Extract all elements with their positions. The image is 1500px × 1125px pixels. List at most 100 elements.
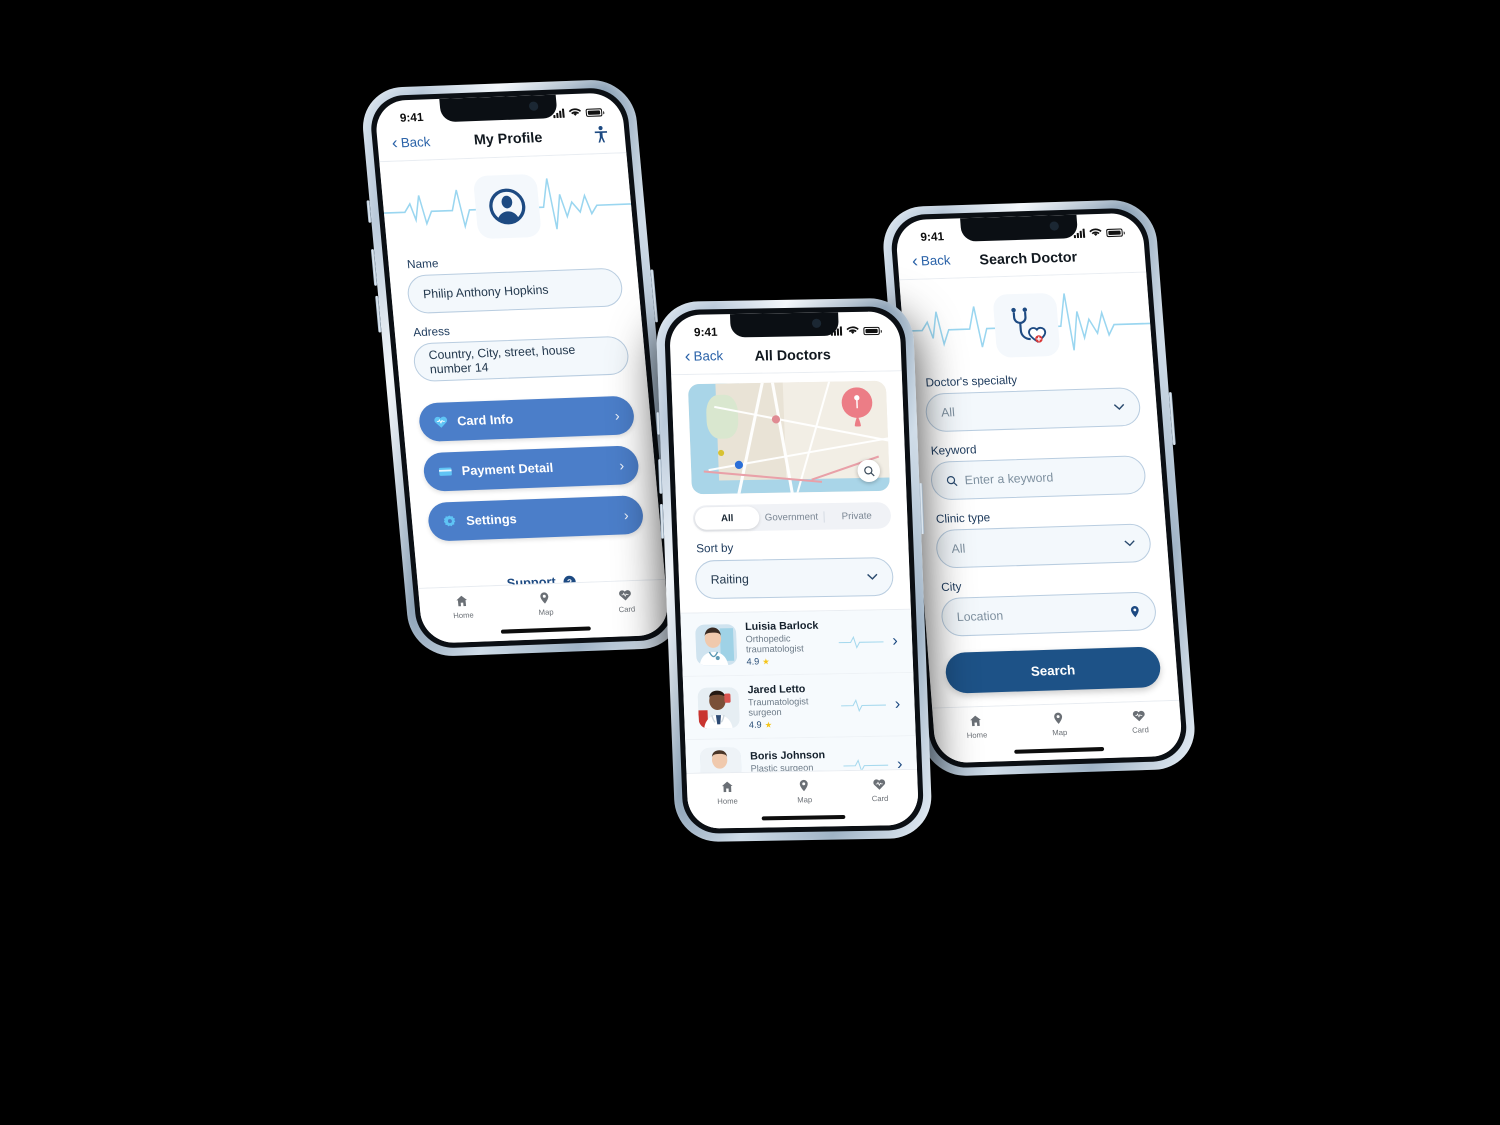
tab-home[interactable]: Home [965, 714, 988, 740]
tab-card[interactable]: Card [871, 777, 889, 803]
power-button[interactable] [650, 269, 659, 323]
gear-icon [442, 514, 458, 529]
search-button[interactable]: Search [944, 646, 1162, 694]
keyword-field-group: Keyword Enter a keyword [912, 438, 1163, 501]
location-pin-icon [839, 387, 875, 428]
clinic-type-value: All [951, 541, 966, 556]
status-icons [553, 106, 603, 119]
name-input[interactable]: Philip Anthony Hopkins [406, 267, 624, 315]
tab-home-label: Home [452, 610, 475, 621]
mockup-stage: 9:41 ‹ Back My Profile Name Philip Antho… [0, 0, 1500, 1125]
location-pin-icon [1130, 605, 1139, 617]
volume-up-button[interactable] [658, 459, 663, 494]
city-input[interactable]: Location [940, 591, 1158, 637]
map-pin-icon [800, 779, 809, 792]
back-button[interactable]: ‹ Back [684, 346, 723, 365]
map-preview[interactable] [687, 380, 890, 495]
chevron-right-icon[interactable]: › [892, 632, 898, 650]
power-button[interactable] [1168, 392, 1176, 446]
doctors-navbar: ‹ Back All Doctors [670, 341, 902, 376]
user-avatar-icon [489, 188, 526, 225]
doctors-body: All Government Private Sort by Raiting L… [671, 371, 917, 773]
notch [960, 214, 1078, 242]
avatar [695, 623, 738, 666]
address-value: Country, City, street, house number 14 [428, 342, 576, 377]
tab-map[interactable]: Map [537, 591, 554, 617]
tab-card-label: Card [1131, 725, 1150, 735]
page-title: Search Doctor [978, 247, 1078, 268]
heart-card-icon [1133, 710, 1146, 722]
front-camera-icon [1048, 221, 1059, 231]
mute-switch[interactable] [366, 200, 372, 223]
list-item[interactable]: Luisia Barlock Orthopedic traumatologist… [680, 609, 914, 677]
accessibility-button[interactable] [585, 125, 609, 144]
wifi-icon [1089, 228, 1102, 237]
address-input[interactable]: Country, City, street, house number 14 [412, 335, 631, 383]
search-body: Doctor's specialty All Keyword Enter a k… [899, 272, 1180, 708]
tab-card-label: Card [871, 793, 889, 804]
doctor-rating: 4.9 ★ [749, 718, 833, 730]
volume-down-button[interactable] [659, 503, 665, 539]
front-camera-icon [528, 101, 539, 111]
tab-home[interactable]: Home [451, 594, 474, 620]
sort-by-label: Sort by [695, 542, 734, 556]
clinic-type-select[interactable]: All [934, 523, 1153, 569]
specialty-select[interactable]: All [924, 387, 1142, 433]
avatar [699, 747, 743, 773]
tab-map[interactable]: Map [1051, 711, 1068, 737]
wifi-icon [846, 326, 859, 334]
phone-all-doctors: 9:41 ‹ Back All Doctors All Government P… [655, 297, 933, 843]
keyword-placeholder: Enter a keyword [964, 470, 1054, 488]
doctor-specialty: Traumatologist surgeon [747, 696, 809, 718]
segment-government[interactable]: Government [759, 505, 824, 529]
payment-detail-button[interactable]: Payment Detail › [422, 445, 641, 492]
back-button[interactable]: ‹ Back [911, 251, 952, 271]
doctor-specialty: Orthopedic traumatologist [745, 633, 804, 655]
tab-card[interactable]: Card [1131, 709, 1150, 735]
nav-right-spacer [1106, 254, 1128, 255]
city-field-group: City Location [922, 575, 1173, 638]
mute-switch[interactable] [656, 412, 661, 435]
back-label: Back [920, 252, 952, 269]
chevron-down-icon [1124, 540, 1135, 547]
tab-map[interactable]: Map [796, 779, 812, 805]
doctor-name: Luisia Barlock [744, 619, 819, 634]
address-field-group: Adress Country, City, street, house numb… [394, 319, 646, 383]
list-item[interactable]: Boris Johnson Plastic surgeon 4.8 ★ › [685, 736, 917, 773]
card-info-button[interactable]: Card Info › [417, 395, 636, 443]
heart-card-icon [619, 590, 632, 601]
search-icon [863, 465, 875, 476]
profile-body: Name Philip Anthony Hopkins Adress Count… [379, 153, 666, 588]
heart-card-icon [873, 779, 886, 790]
specialty-value: All [940, 405, 956, 420]
home-indicator[interactable] [687, 806, 920, 829]
notch [729, 312, 840, 338]
settings-label: Settings [465, 511, 518, 528]
sort-by-select[interactable]: Raiting [694, 557, 895, 600]
segment-private[interactable]: Private [824, 504, 889, 528]
search-hero-badge [992, 292, 1061, 358]
tab-card[interactable]: Card [617, 588, 636, 614]
avatar [697, 686, 740, 729]
chevron-left-icon: ‹ [911, 251, 919, 271]
volume-up-button[interactable] [370, 249, 378, 286]
chevron-right-icon[interactable]: › [894, 695, 900, 713]
profile-screen: 9:41 ‹ Back My Profile Name Philip Antho… [373, 92, 671, 644]
status-time: 9:41 [693, 326, 718, 340]
chevron-right-icon: › [623, 506, 630, 524]
chevron-left-icon: ‹ [391, 132, 399, 153]
map-pin-icon [1054, 712, 1063, 724]
volume-down-button[interactable] [375, 295, 382, 333]
list-item[interactable]: Jared Letto Traumatologist surgeon 4.9 ★… [682, 672, 916, 741]
rating-value: 4.9 [746, 656, 760, 667]
profile-hero [379, 153, 635, 260]
tab-home[interactable]: Home [717, 780, 738, 806]
doctor-rating: 4.9 ★ [746, 655, 830, 667]
star-icon: ★ [764, 719, 773, 730]
keyword-input[interactable]: Enter a keyword [929, 455, 1147, 501]
settings-button[interactable]: Settings › [426, 495, 645, 542]
back-button[interactable]: ‹ Back [391, 132, 431, 153]
ecg-line-decoration [840, 698, 886, 712]
segment-all[interactable]: All [694, 506, 760, 530]
chevron-right-icon: › [618, 457, 625, 474]
